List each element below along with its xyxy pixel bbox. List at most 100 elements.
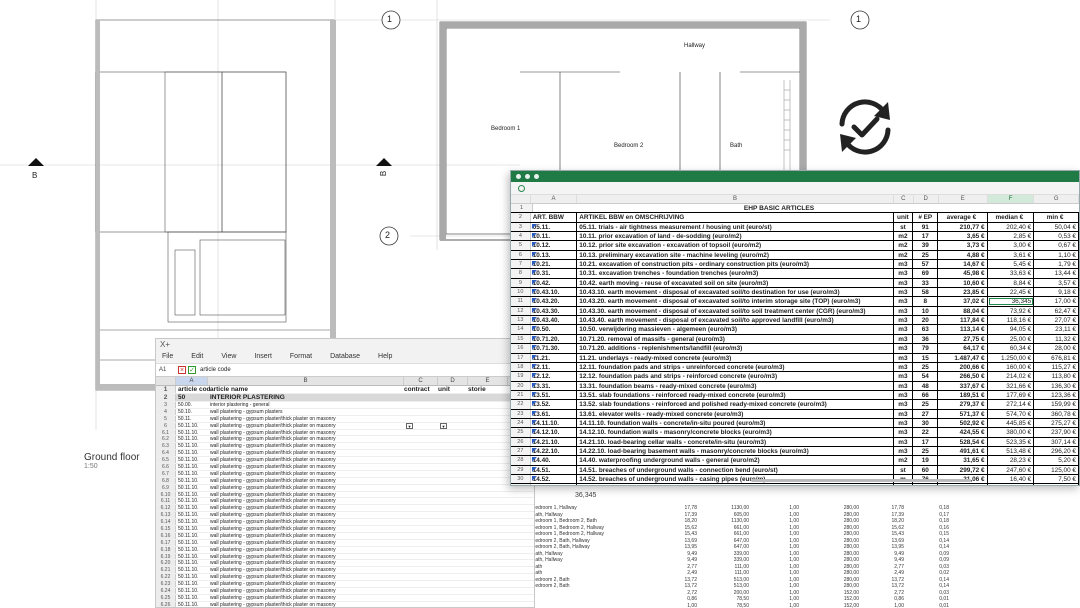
table-row[interactable]: 7 10.21. 10.21. excavation of construction… [511, 260, 1079, 270]
cell-unit[interactable]: m3 [894, 316, 914, 325]
cell-art-bbw[interactable]: 10.12. [531, 241, 578, 250]
cell-c[interactable] [404, 394, 438, 401]
cell-average[interactable]: 113,14 € [938, 325, 988, 334]
table-row[interactable]: 6.2 50.11.10. wall plastering - gypsum pla… [156, 436, 534, 444]
cell-min[interactable]: 17,00 € [1034, 297, 1079, 306]
cell-min[interactable]: 27,07 € [1034, 316, 1079, 325]
cell-average[interactable]: 337,67 € [938, 381, 988, 390]
cell-a[interactable]: 50.11.10. [176, 554, 208, 560]
cell-unit[interactable]: m3 [894, 297, 914, 306]
cell-median[interactable]: 36,345 [988, 297, 1035, 306]
cell-ep-count[interactable]: 30 [913, 418, 939, 428]
header-median[interactable]: median € [988, 213, 1035, 222]
horizontal-scrollbar[interactable] [751, 479, 971, 482]
cell-b[interactable]: wall plastering - gypsum plaster/thick p… [208, 471, 404, 477]
cell-median[interactable]: 202,40 € [988, 222, 1035, 232]
cell-a[interactable]: 50.11.10. [176, 581, 208, 587]
cell-e[interactable] [468, 574, 508, 580]
table-row[interactable]: 6.1 50.11.10. wall plastering - gypsum pla… [156, 429, 534, 437]
cell-b[interactable]: wall plastering - gypsum plaster/thick p… [208, 512, 404, 518]
table-row[interactable]: 6 50.11.10. wall plastering - gypsum plast… [156, 422, 534, 430]
cell-min[interactable]: 7,50 € [1034, 474, 1079, 484]
cell-median[interactable]: 380,00 € [988, 428, 1035, 437]
cell-average[interactable]: 502,92 € [938, 418, 988, 428]
cell-a[interactable]: 50.11.10. [176, 423, 208, 429]
cell-b[interactable]: wall plastering - gypsum plaster/thick p… [208, 450, 404, 456]
table-row[interactable]: 6.22 50.11.10. wall plastering - gypsum pl… [156, 574, 534, 582]
cell-ep-count[interactable]: 17 [913, 232, 939, 241]
cell-c[interactable] [404, 505, 438, 511]
cell-average[interactable]: 10,60 € [938, 278, 988, 288]
cell-min[interactable]: 9,18 € [1034, 288, 1079, 297]
window-close-icon[interactable] [516, 174, 521, 179]
cell-e[interactable] [468, 505, 508, 511]
cell-unit[interactable]: m3 [894, 344, 914, 353]
table-row[interactable]: 6.26 50.11.10. wall plastering - gypsum pl… [156, 601, 534, 607]
cell-art-bbw[interactable]: 10.43.20. [531, 297, 578, 306]
table-row[interactable]: 3 05.11. 05.11. trials - air tightness mea… [511, 222, 1079, 233]
cell-median[interactable]: 523,35 € [988, 437, 1035, 446]
cell-unit[interactable]: m3 [894, 428, 914, 437]
table-row[interactable]: 5 50.11. wall plastering - gypsum plaster/… [156, 415, 534, 423]
cell-unit[interactable]: m3 [894, 334, 914, 344]
cell-c[interactable] [404, 574, 438, 580]
cell-art-bbw[interactable]: 13.31. [531, 381, 578, 390]
cell-average[interactable]: 189,51 € [938, 390, 988, 400]
cell-unit[interactable]: m3 [894, 381, 914, 390]
cell-b[interactable]: wall plastering - gypsum plaster/thick p… [208, 478, 404, 484]
cell-average[interactable]: 210,77 € [938, 222, 988, 232]
cell-average[interactable]: 10,07 € [938, 484, 988, 485]
cell-median[interactable]: 60,34 € [988, 344, 1035, 353]
cell-d[interactable] [438, 533, 468, 539]
cell-median[interactable]: 247,60 € [988, 465, 1035, 474]
cell-unit[interactable]: m3 [894, 362, 914, 372]
cell-art-bbw[interactable]: 14.40. [531, 456, 578, 465]
cell-a[interactable]: 50.11.10. [176, 567, 208, 573]
cell-min[interactable]: 676,81 € [1034, 353, 1079, 362]
cell-median[interactable]: 3,61 € [988, 250, 1035, 260]
cell-e[interactable] [468, 602, 508, 607]
cell-b[interactable]: wall plastering - gypsum plaster/thick p… [208, 436, 404, 442]
cell-c[interactable] [404, 457, 438, 463]
cell-e[interactable] [468, 402, 508, 408]
table-row[interactable]: 18 12.11. 12.11. foundation pads and strip… [511, 362, 1079, 373]
cell-e[interactable] [468, 485, 508, 491]
cell-art-bbw[interactable]: 10.43.10. [531, 288, 578, 297]
col-header-e[interactable]: E [468, 377, 508, 385]
table-row[interactable]: 6.14 50.11.10. wall plastering - gypsum pl… [156, 519, 534, 527]
cell-description[interactable]: 10.11. prior excavation of land - de-sod… [577, 232, 894, 241]
window-minimize-icon[interactable] [525, 174, 530, 179]
table-row[interactable]: 6.9 50.11.10. wall plastering - gypsum pla… [156, 484, 534, 492]
cell-a[interactable]: 50.11.10. [176, 450, 208, 456]
table-row[interactable]: 10 10.43.10. 10.43.10. earth movement - di… [511, 288, 1079, 298]
col-header-d[interactable]: D [438, 377, 468, 385]
cell-description[interactable]: 10.31. excavation trenches - foundation … [577, 269, 894, 278]
cell-ep-count[interactable]: 48 [913, 381, 939, 390]
sheet-header-row[interactable]: 2 ART. BBW ARTIKEL BBW en OMSCHRIJVING u… [511, 213, 1079, 223]
cell-a[interactable]: 50.11.10. [176, 436, 208, 442]
cell-e[interactable] [468, 394, 508, 401]
cell-average[interactable]: 279,37 € [938, 400, 988, 409]
cell-c[interactable] [404, 498, 438, 504]
cell-c[interactable] [404, 533, 438, 539]
cell-unit[interactable]: m2 [894, 250, 914, 260]
record-icon[interactable] [518, 185, 525, 192]
cell-description[interactable]: 14.21.10. load-bearing cellar walls - co… [577, 437, 894, 446]
cancel-icon[interactable]: × [178, 366, 186, 374]
cell-e[interactable] [468, 588, 508, 594]
cell-ep-count[interactable]: 57 [913, 260, 939, 269]
cell-e[interactable] [468, 567, 508, 573]
cell-median[interactable]: 513,48 € [988, 446, 1035, 456]
cell-a[interactable]: 50.11. [176, 416, 208, 422]
cell-description[interactable]: 14.22.10. load-bearing basement walls - … [577, 446, 894, 456]
cell-art-bbw[interactable]: 14.11.10. [531, 418, 578, 428]
cell-median[interactable]: 22,45 € [988, 288, 1035, 297]
cell-description[interactable]: 11.21. underlays - ready-mixed concrete … [577, 353, 894, 362]
cell-a[interactable]: 50.11.10. [176, 443, 208, 449]
cell-min[interactable]: 50,04 € [1034, 222, 1079, 232]
col-header-f[interactable]: F [987, 195, 1035, 203]
cell-b[interactable]: INTERIOR PLASTERING [208, 394, 404, 401]
cell-e[interactable] [468, 443, 508, 449]
cell-b[interactable]: wall plastering - gypsum plaster/thick p… [208, 547, 404, 553]
cell-c[interactable] [404, 471, 438, 477]
